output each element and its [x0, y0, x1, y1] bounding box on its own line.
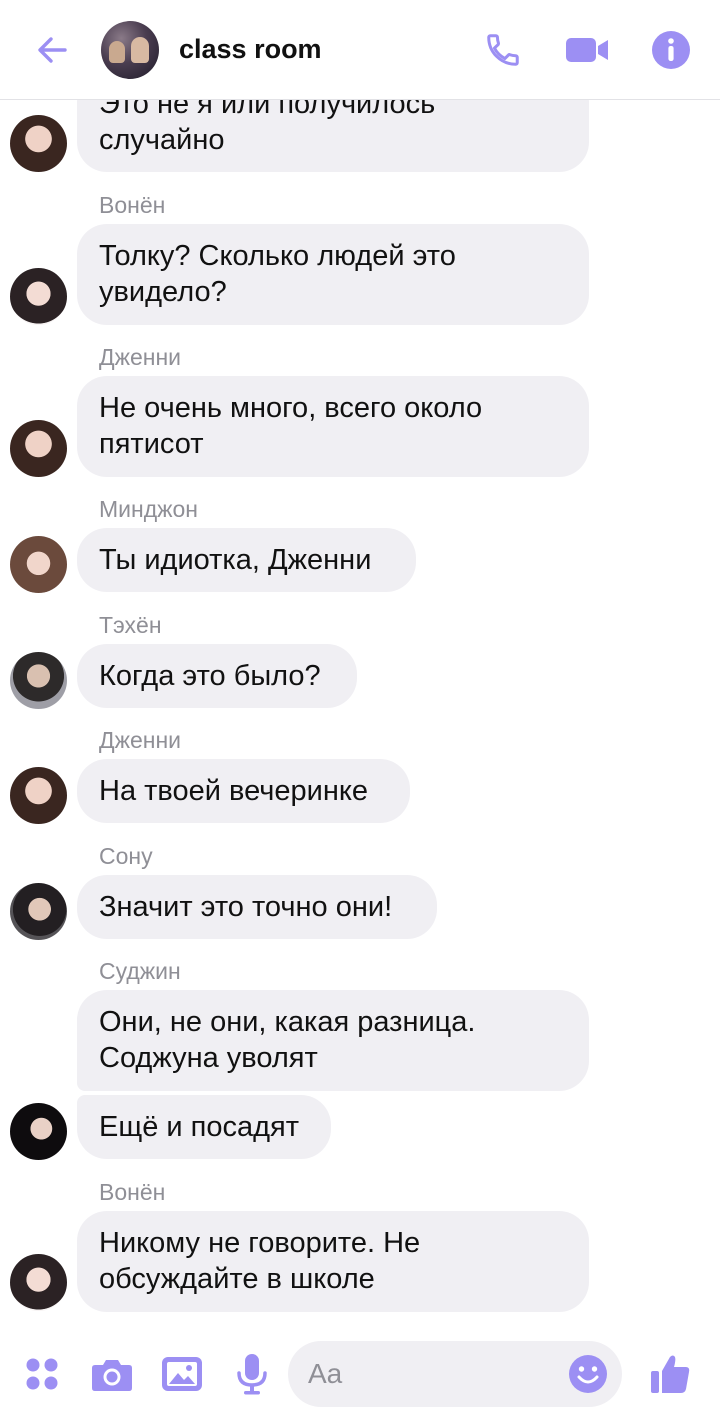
- smiley-icon: [569, 1355, 607, 1393]
- sender-name: Дженни: [99, 727, 182, 753]
- back-button[interactable]: [30, 28, 74, 72]
- message-input-wrapper[interactable]: [288, 1341, 622, 1407]
- message-bubble[interactable]: Толку? Сколько людей это увидело?: [77, 224, 589, 325]
- info-icon: [652, 31, 690, 69]
- avatar[interactable]: [10, 652, 67, 709]
- message-bubble[interactable]: Они, не они, какая разница. Соджуна увол…: [77, 990, 589, 1091]
- microphone-button[interactable]: [230, 1352, 274, 1396]
- chat-header: class room: [0, 0, 720, 100]
- message-text: Толку? Сколько людей это увидело?: [99, 240, 456, 308]
- microphone-icon: [237, 1354, 267, 1395]
- sender-name: Сону: [99, 843, 153, 869]
- group-avatar[interactable]: [101, 21, 159, 79]
- sender-name: Суджин: [99, 958, 181, 984]
- sender-name: Дженни: [99, 344, 182, 370]
- message-text: На твоей вечеринке: [99, 775, 368, 807]
- message-bubble[interactable]: Никому не говорите. Не обсуждайте в школ…: [77, 1211, 589, 1312]
- sender-name: Минджон: [99, 496, 199, 522]
- message-text: Значит это точно они!: [99, 891, 393, 923]
- four-dots-icon: [26, 1358, 58, 1390]
- message-list[interactable]: Это не я или получилось случайно Вонён Т…: [0, 0, 720, 1330]
- message-bubble[interactable]: Не очень много, всего около пятисот: [77, 376, 589, 477]
- message-bubble[interactable]: Когда это было?: [77, 644, 357, 708]
- gallery-button[interactable]: [160, 1352, 204, 1396]
- avatar[interactable]: [10, 268, 67, 325]
- message-bubble[interactable]: На твоей вечеринке: [77, 759, 410, 823]
- message-text: Они, не они, какая разница. Соджуна увол…: [99, 1006, 476, 1074]
- phone-icon: [487, 34, 519, 66]
- message-text: Ещё и посадят: [99, 1111, 300, 1143]
- call-button[interactable]: [481, 28, 525, 72]
- chat-title[interactable]: class room: [179, 34, 322, 65]
- message-text: Ты идиотка, Дженни: [99, 544, 372, 576]
- message-text: Никому не говорите. Не обсуждайте в школ…: [99, 1227, 421, 1295]
- avatar[interactable]: [10, 883, 67, 940]
- more-actions-button[interactable]: [20, 1352, 64, 1396]
- emoji-button[interactable]: [566, 1352, 610, 1396]
- message-text: Не очень много, всего около пятисот: [99, 392, 483, 460]
- avatar[interactable]: [10, 767, 67, 824]
- message-bubble[interactable]: Ты идиотка, Дженни: [77, 528, 416, 592]
- message-text: Когда это было?: [99, 660, 321, 692]
- info-button[interactable]: [649, 28, 693, 72]
- avatar[interactable]: [10, 420, 67, 477]
- camera-icon: [92, 1360, 132, 1391]
- sender-name: Вонён: [99, 1179, 166, 1205]
- avatar[interactable]: [10, 536, 67, 593]
- camera-button[interactable]: [90, 1352, 134, 1396]
- video-call-button[interactable]: [565, 28, 609, 72]
- sender-name: Тэхён: [99, 612, 162, 638]
- message-input[interactable]: [308, 1341, 568, 1407]
- image-icon: [162, 1357, 202, 1391]
- thumbs-up-icon: [651, 1355, 690, 1393]
- video-camera-icon: [566, 38, 608, 62]
- message-bubble[interactable]: Ещё и посадят: [77, 1095, 331, 1159]
- avatar[interactable]: [10, 1254, 67, 1311]
- message-bubble[interactable]: Значит это точно они!: [77, 875, 437, 939]
- avatar[interactable]: [10, 1103, 67, 1160]
- avatar[interactable]: [10, 115, 67, 172]
- sender-name: Вонён: [99, 192, 166, 218]
- like-button[interactable]: [648, 1352, 692, 1396]
- arrow-left-icon: [38, 37, 67, 63]
